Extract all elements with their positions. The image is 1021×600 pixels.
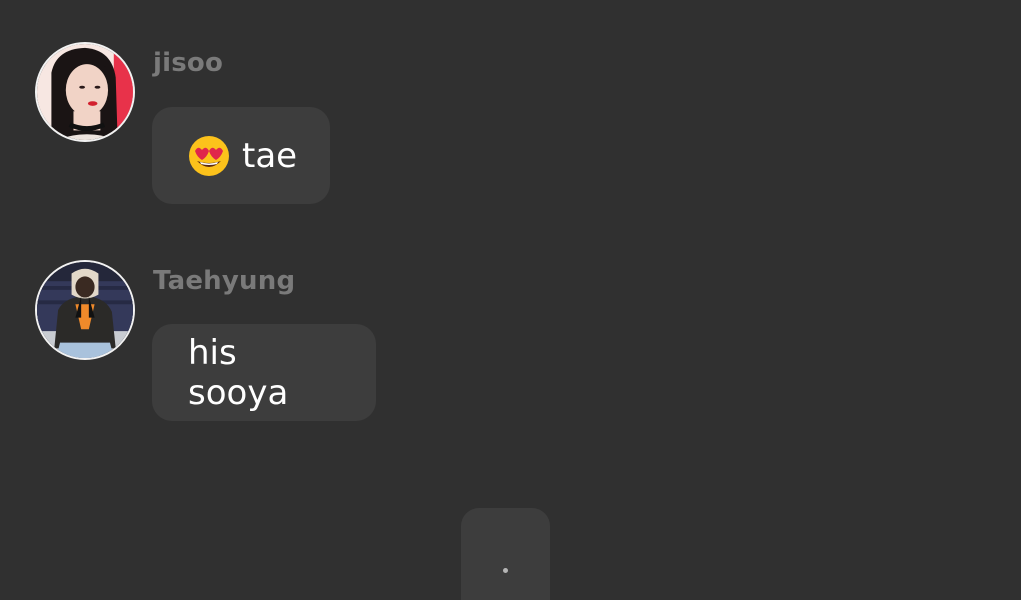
sender-name: Taehyung (153, 266, 296, 296)
sender-name: jisoo (153, 48, 224, 78)
message-text: tae (242, 135, 298, 176)
message-bubble[interactable]: his sooya (152, 324, 376, 421)
taehyung-photo (37, 262, 133, 358)
chat-thread: jisoo tae Taehyung his sooya (0, 0, 1021, 600)
typing-dot (503, 568, 508, 573)
typing-indicator (461, 508, 550, 600)
message-bubble[interactable]: tae (152, 107, 330, 204)
avatar-taehyung[interactable] (35, 260, 135, 360)
message-text: his sooya (188, 332, 289, 413)
avatar-jisoo[interactable] (35, 42, 135, 142)
heart-eyes-emoji-icon (188, 135, 230, 177)
jisoo-photo (37, 44, 133, 140)
